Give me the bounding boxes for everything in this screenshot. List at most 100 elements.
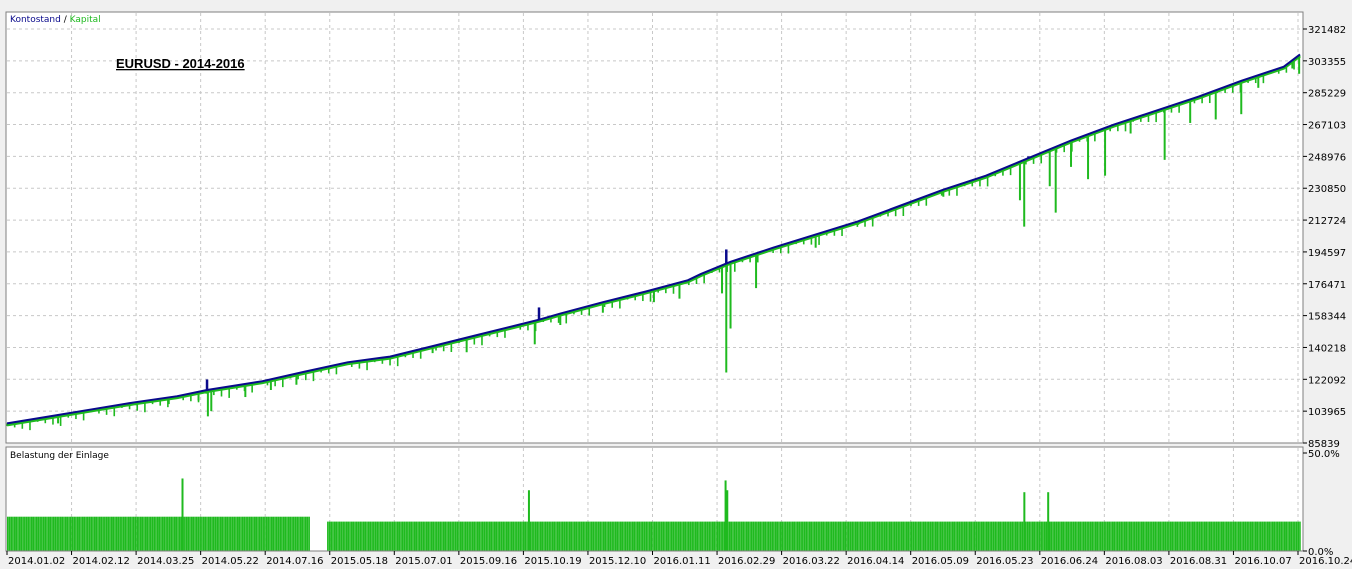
load-bar bbox=[1290, 521, 1293, 551]
load-bar bbox=[999, 521, 1002, 551]
load-bar bbox=[970, 521, 973, 551]
load-bar bbox=[1188, 521, 1191, 551]
load-bar bbox=[294, 516, 297, 551]
load-bar bbox=[1239, 521, 1242, 551]
load-bar bbox=[172, 516, 174, 551]
load-bar bbox=[1244, 521, 1247, 551]
load-bar bbox=[733, 521, 736, 551]
x-tick-label: 2016.05.23 bbox=[976, 556, 1033, 567]
y-tick-label: 122092 bbox=[1308, 375, 1346, 386]
load-bar bbox=[638, 521, 641, 551]
load-bar bbox=[873, 521, 876, 551]
load-bar bbox=[732, 521, 734, 551]
load-bar bbox=[786, 521, 789, 551]
load-bar bbox=[272, 516, 275, 551]
load-bar bbox=[115, 516, 118, 551]
load-bar bbox=[24, 516, 26, 551]
load-bar bbox=[1263, 521, 1265, 551]
load-bar bbox=[647, 521, 649, 551]
load-bar bbox=[936, 521, 939, 551]
load-bar bbox=[59, 516, 62, 551]
load-bar bbox=[76, 516, 79, 551]
load-bar bbox=[747, 521, 750, 551]
load-bar bbox=[88, 516, 91, 551]
load-bar bbox=[1082, 521, 1085, 551]
load-bar bbox=[783, 521, 785, 551]
y-tick-label: 103965 bbox=[1308, 407, 1346, 418]
load-bar bbox=[303, 516, 305, 551]
load-bar bbox=[12, 516, 14, 551]
load-bar bbox=[306, 516, 309, 551]
load-bar bbox=[81, 516, 84, 551]
load-bar bbox=[953, 521, 956, 551]
load-bar bbox=[648, 521, 651, 551]
load-bar bbox=[1185, 521, 1187, 551]
load-bar bbox=[764, 521, 767, 551]
load-bar bbox=[144, 516, 147, 551]
load-bar bbox=[418, 521, 421, 551]
load-bar bbox=[798, 521, 801, 551]
load-bar bbox=[342, 521, 344, 551]
load-bar bbox=[1202, 521, 1204, 551]
load-bar bbox=[624, 521, 627, 551]
load-bar bbox=[619, 521, 622, 551]
load-bar bbox=[895, 521, 898, 551]
load-bar bbox=[335, 521, 338, 551]
load-bar bbox=[420, 521, 423, 551]
x-tick-label: 2015.10.19 bbox=[524, 556, 581, 567]
load-bar bbox=[262, 516, 264, 551]
load-bar bbox=[1261, 521, 1264, 551]
x-tick-label: 2016.08.03 bbox=[1105, 556, 1162, 567]
load-bar bbox=[121, 516, 123, 551]
load-bar bbox=[941, 521, 944, 551]
load-bar bbox=[138, 516, 140, 551]
load-bar bbox=[432, 521, 435, 551]
load-bar bbox=[742, 521, 745, 551]
load-bar bbox=[677, 521, 680, 551]
load-bar bbox=[415, 521, 418, 551]
y-tick-label: 140218 bbox=[1308, 343, 1346, 354]
load-bar bbox=[279, 516, 281, 551]
load-bar bbox=[100, 516, 103, 551]
load-bar bbox=[630, 521, 632, 551]
x-tick-label: 2014.01.02 bbox=[8, 556, 65, 567]
load-bar bbox=[413, 521, 416, 551]
load-bar bbox=[1011, 521, 1014, 551]
load-bar bbox=[223, 516, 225, 551]
load-bar bbox=[1036, 521, 1039, 551]
load-bar bbox=[951, 521, 954, 551]
load-bar bbox=[352, 521, 355, 551]
load-bar bbox=[1064, 521, 1066, 551]
load-bar bbox=[500, 521, 503, 551]
load-bar bbox=[1113, 521, 1116, 551]
load-bar bbox=[561, 521, 564, 551]
load-bar bbox=[126, 516, 128, 551]
load-bar bbox=[102, 516, 104, 551]
load-bar bbox=[882, 521, 884, 551]
load-bar bbox=[451, 521, 453, 551]
load-bar bbox=[134, 516, 137, 551]
load-bar bbox=[104, 516, 106, 551]
load-bar bbox=[851, 521, 854, 551]
load-bar bbox=[977, 521, 979, 551]
load-bar bbox=[257, 516, 259, 551]
load-bar bbox=[308, 516, 310, 551]
load-bar bbox=[127, 516, 130, 551]
load-bar bbox=[931, 521, 934, 551]
load-bar bbox=[487, 521, 489, 551]
load-bar bbox=[686, 521, 688, 551]
load-bar bbox=[1004, 521, 1007, 551]
load-bar bbox=[909, 521, 911, 551]
load-bar bbox=[364, 521, 367, 551]
load-bar bbox=[395, 521, 397, 551]
load-bar bbox=[980, 521, 983, 551]
x-tick-label: 2015.05.18 bbox=[331, 556, 388, 567]
load-bar bbox=[660, 521, 663, 551]
load-bar bbox=[522, 521, 525, 551]
load-bar bbox=[373, 521, 375, 551]
load-bar bbox=[1242, 521, 1245, 551]
load-bar bbox=[1052, 521, 1054, 551]
load-bar bbox=[706, 521, 709, 551]
load-bar bbox=[921, 521, 923, 551]
load-bar bbox=[119, 516, 121, 551]
